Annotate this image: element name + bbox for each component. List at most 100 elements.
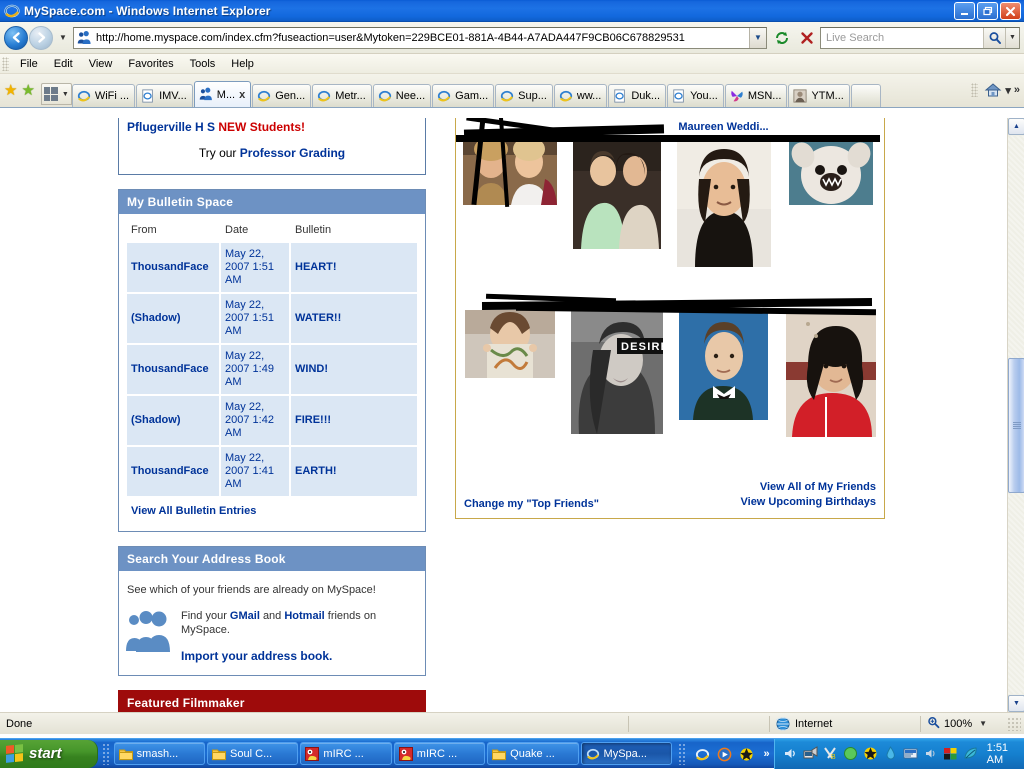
tab-sup[interactable]: Sup... — [495, 84, 553, 107]
friend-photo[interactable] — [572, 135, 661, 249]
menu-tools[interactable]: Tools — [182, 56, 224, 72]
table-row[interactable]: ThousandFace May 22, 2007 1:49 AM WIND! — [127, 345, 417, 394]
color-squares-icon[interactable] — [943, 746, 958, 761]
taskbar-item-mirc-2[interactable]: mIRC ... — [393, 742, 486, 765]
tab-myspace[interactable]: M... x — [193, 81, 252, 107]
maximize-button[interactable] — [977, 2, 998, 20]
menu-edit[interactable]: Edit — [46, 56, 81, 72]
page-scrollbar[interactable]: ▲ ▼ — [1007, 118, 1024, 712]
bulletin-from[interactable]: (Shadow) — [127, 396, 219, 445]
home-icon[interactable] — [984, 82, 1002, 98]
stop-button[interactable] — [795, 27, 818, 49]
friend-photo[interactable] — [676, 135, 771, 267]
zoom-cell[interactable]: 100% ▼ — [921, 714, 993, 734]
zoom-dropdown-icon[interactable]: ▼ — [979, 719, 987, 728]
volume-icon[interactable] — [783, 746, 798, 761]
hotmail-link[interactable]: Hotmail — [284, 610, 324, 622]
add-to-favorites-icon[interactable]: ★ — [21, 83, 34, 98]
menu-file[interactable]: File — [12, 56, 46, 72]
address-dropdown-icon[interactable]: ▼ — [749, 27, 766, 48]
tab-nee[interactable]: Nee... — [372, 84, 432, 107]
recent-pages-dropdown[interactable]: ▼ — [56, 33, 70, 42]
new-tab-button[interactable] — [850, 84, 881, 107]
address-bar[interactable]: http://home.myspace.com/index.cfm?fuseac… — [73, 26, 767, 49]
refresh-button[interactable] — [770, 27, 793, 49]
nvidia-icon[interactable]: B — [823, 746, 838, 761]
sound-tray-icon[interactable] — [923, 746, 938, 761]
quick-tabs-button[interactable]: ▼ — [40, 83, 72, 105]
tab-msn[interactable]: MSN... — [724, 84, 788, 107]
leaf-icon[interactable] — [963, 746, 978, 761]
tab-metr[interactable]: Metr... — [312, 84, 372, 107]
start-button[interactable]: start — [0, 739, 98, 768]
winamp-tray-icon[interactable] — [863, 746, 878, 761]
menu-view[interactable]: View — [81, 56, 121, 72]
taskbar-item-quake[interactable]: Quake ... — [487, 742, 579, 765]
gmail-link[interactable]: GMail — [230, 610, 260, 622]
menu-favorites[interactable]: Favorites — [120, 56, 181, 72]
resize-grip-icon[interactable] — [1007, 716, 1021, 731]
taskbar-item-mirc-1[interactable]: mIRC ... — [300, 742, 392, 765]
view-upcoming-birthdays-link[interactable]: View Upcoming Birthdays — [741, 495, 877, 510]
search-provider-dropdown-icon[interactable]: ▼ — [1005, 27, 1019, 48]
favorites-center-icon[interactable]: ★ — [4, 83, 17, 98]
view-all-bulletins-link[interactable]: View All Bulletin Entries — [125, 498, 419, 525]
status-circle-icon[interactable] — [843, 746, 858, 761]
home-dropdown-icon[interactable]: ▾ — [1005, 84, 1011, 97]
bulletin-subject[interactable]: WATER!! — [291, 294, 417, 343]
bulletin-from[interactable]: ThousandFace — [127, 243, 219, 292]
forward-button[interactable] — [29, 25, 53, 50]
bulletin-subject[interactable]: HEART! — [291, 243, 417, 292]
tab-duk[interactable]: Duk... — [608, 84, 667, 107]
tab-imv[interactable]: IMV... — [136, 84, 193, 107]
tab-ytm[interactable]: YTM... — [788, 84, 850, 107]
professor-grading-link[interactable]: Professor Grading — [240, 146, 345, 160]
bulletin-subject[interactable]: WIND! — [291, 345, 417, 394]
scrollbar-thumb[interactable] — [1008, 358, 1024, 493]
tab-www[interactable]: ww... — [553, 84, 608, 107]
taskbar-item-myspace[interactable]: MySpa... — [580, 742, 672, 765]
messenger-icon[interactable] — [903, 746, 918, 761]
tab-gen[interactable]: Gen... — [252, 84, 312, 107]
taskbar-item-soul-c[interactable]: Soul C... — [207, 742, 299, 765]
taskbar-item-smash[interactable]: smash... — [113, 742, 206, 765]
bulletin-from[interactable]: (Shadow) — [127, 294, 219, 343]
view-all-friends-link[interactable]: View All of My Friends — [741, 480, 876, 495]
bulletin-from[interactable]: ThousandFace — [127, 447, 219, 496]
tab-you[interactable]: You... — [667, 84, 724, 107]
close-button[interactable] — [1000, 2, 1021, 20]
tab-list-caret-icon[interactable]: ▼ — [62, 91, 69, 98]
winamp-icon[interactable] — [739, 747, 754, 761]
import-address-book-link[interactable]: Import your address book. — [181, 649, 419, 663]
friend-cell[interactable] — [563, 135, 670, 267]
friend-cell[interactable] — [777, 135, 884, 267]
friend-photo[interactable] — [785, 310, 876, 437]
tab-gam[interactable]: Gam... — [432, 84, 495, 107]
water-drop-icon[interactable] — [883, 746, 898, 761]
friend-cell[interactable]: DESIRE — [563, 310, 670, 437]
search-icon[interactable] — [983, 27, 1005, 48]
minimize-button[interactable] — [954, 2, 975, 20]
table-row[interactable]: ThousandFace May 22, 2007 1:41 AM EARTH! — [127, 447, 417, 496]
friend-cell[interactable] — [670, 135, 777, 267]
network-icon[interactable] — [803, 746, 818, 761]
tab-wifi[interactable]: WiFi ... — [71, 84, 136, 107]
table-row[interactable]: (Shadow) May 22, 2007 1:51 AM WATER!! — [127, 294, 417, 343]
close-icon[interactable]: x — [239, 89, 245, 101]
friend-photo[interactable] — [679, 310, 768, 420]
media-player-icon[interactable] — [717, 747, 732, 761]
friend-photo[interactable] — [464, 310, 555, 378]
table-row[interactable]: (Shadow) May 22, 2007 1:42 AM FIRE!!! — [127, 396, 417, 445]
school-name[interactable]: Pflugerville H S — [127, 120, 215, 134]
security-zone-cell[interactable]: Internet — [770, 714, 920, 734]
bulletin-subject[interactable]: FIRE!!! — [291, 396, 417, 445]
friend-cell[interactable] — [670, 310, 777, 437]
bulletin-from[interactable]: ThousandFace — [127, 345, 219, 394]
back-button[interactable] — [4, 25, 28, 50]
search-input[interactable]: Live Search — [821, 32, 983, 44]
table-row[interactable]: ThousandFace May 22, 2007 1:51 AM HEART! — [127, 243, 417, 292]
friend-photo[interactable]: DESIRE — [570, 310, 663, 434]
quicklaunch-overflow-icon[interactable]: » — [763, 748, 769, 760]
ie-icon[interactable] — [695, 747, 710, 761]
scroll-down-arrow-icon[interactable]: ▼ — [1008, 695, 1024, 712]
